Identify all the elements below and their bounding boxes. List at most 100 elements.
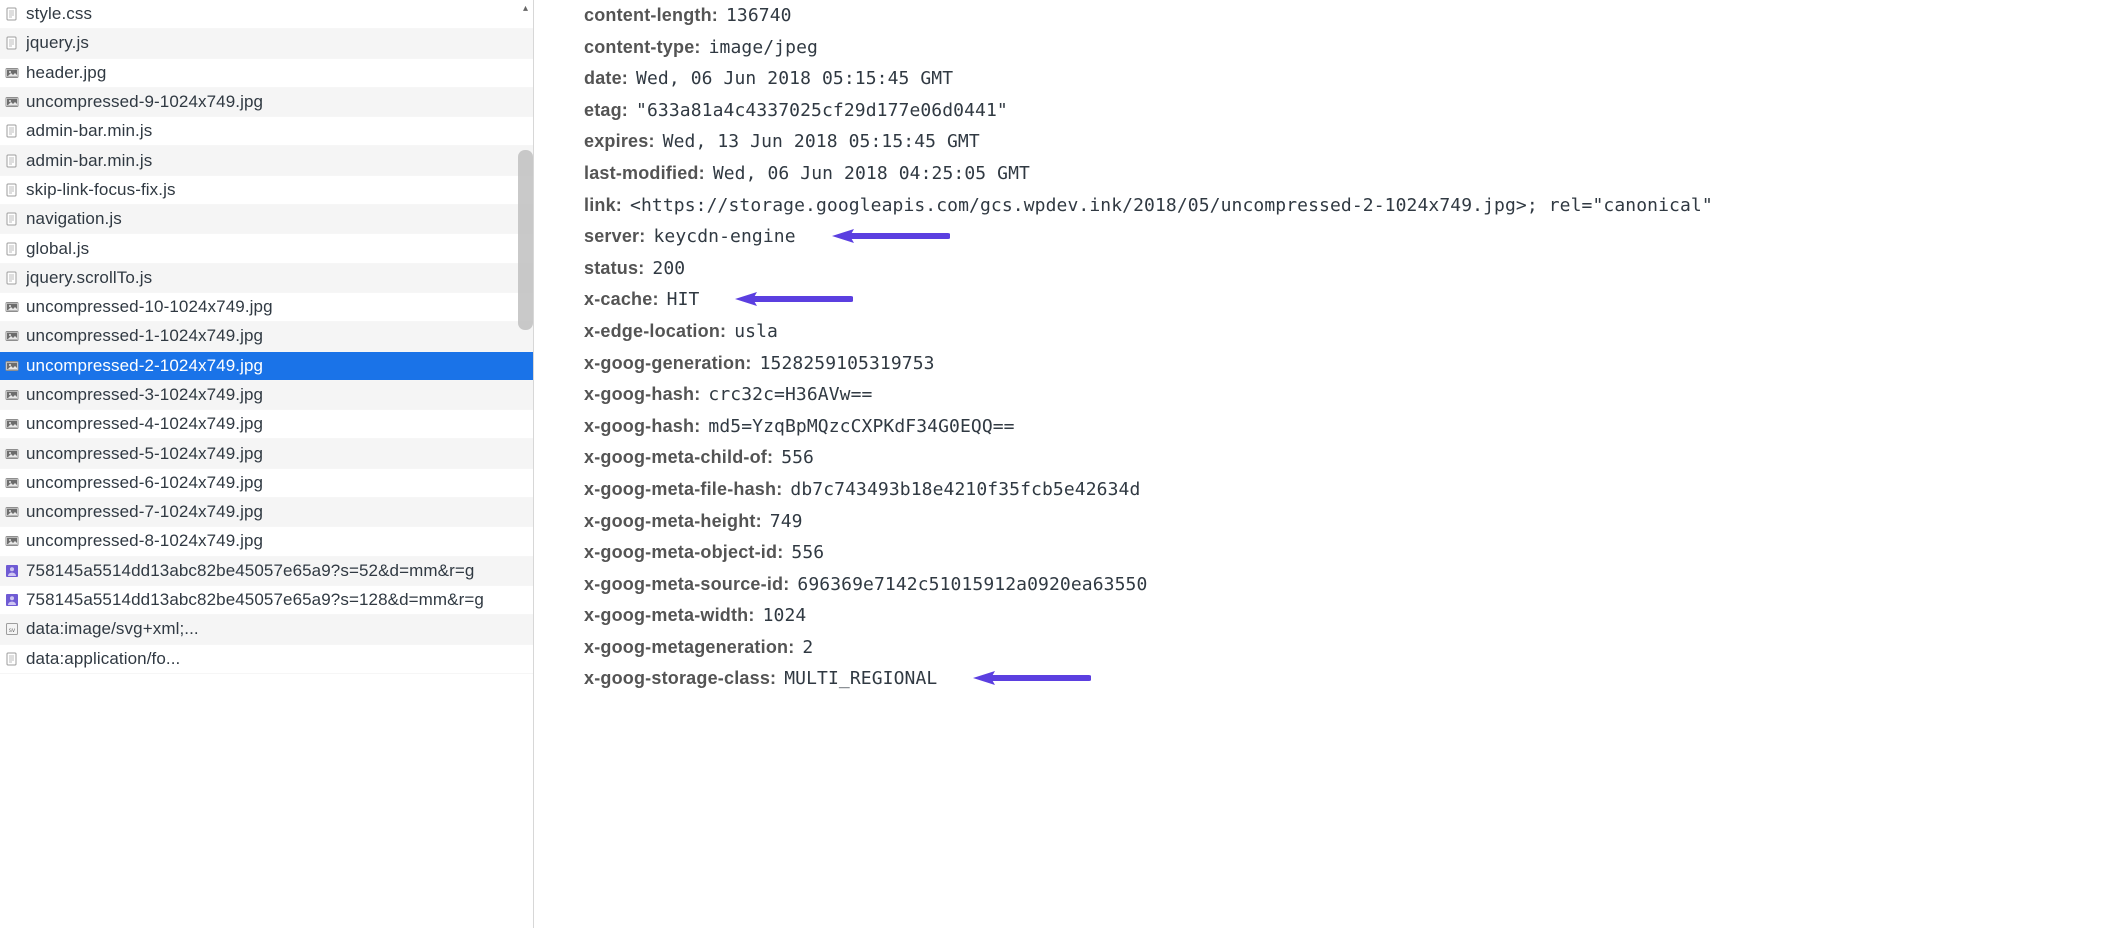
request-row[interactable]: uncompressed-2-1024x749.jpg [0, 352, 533, 381]
header-row: x-goog-meta-width:1024 [584, 600, 2128, 632]
avatar-icon [5, 593, 19, 607]
request-name: uncompressed-1-1024x749.jpg [26, 326, 263, 346]
request-row[interactable]: skip-link-focus-fix.js [0, 176, 533, 205]
request-row[interactable]: uncompressed-4-1024x749.jpg [0, 410, 533, 439]
request-name: navigation.js [26, 209, 122, 229]
request-name: admin-bar.min.js [26, 151, 152, 171]
file-icon [5, 271, 19, 285]
request-row[interactable]: data:application/fo... [0, 645, 533, 674]
request-list[interactable]: style.css jquery.js header.jpg uncompressed… [0, 0, 533, 928]
header-key: x-goog-meta-height: [584, 506, 762, 537]
header-key: x-goog-metageneration: [584, 632, 794, 663]
request-row[interactable]: uncompressed-5-1024x749.jpg [0, 439, 533, 468]
file-icon [5, 36, 19, 50]
file-icon [5, 183, 19, 197]
header-value: image/jpeg [709, 33, 818, 64]
header-value: keycdn-engine [653, 222, 795, 253]
request-row[interactable]: 758145a5514dd13abc82be45057e65a9?s=128&d… [0, 586, 533, 615]
request-name: uncompressed-6-1024x749.jpg [26, 473, 263, 493]
file-icon [5, 7, 19, 21]
annotation-arrow-icon [830, 228, 950, 244]
scrollbar-thumb[interactable] [518, 150, 533, 330]
image-icon [5, 447, 19, 461]
header-row: x-goog-meta-source-id:696369e7142c510159… [584, 569, 2128, 601]
avatar-icon [5, 564, 19, 578]
request-row[interactable]: uncompressed-6-1024x749.jpg [0, 469, 533, 498]
file-icon [5, 124, 19, 138]
request-row[interactable]: jquery.js [0, 29, 533, 58]
request-row[interactable]: admin-bar.min.js [0, 146, 533, 175]
headers-panel: content-length:136740content-type:image/… [534, 0, 2128, 928]
request-name: style.css [26, 4, 92, 24]
request-name: uncompressed-8-1024x749.jpg [26, 531, 263, 551]
request-name: 758145a5514dd13abc82be45057e65a9?s=128&d… [26, 590, 484, 610]
devtools-network-panel: ▴ style.css jquery.js header.jpg uncompress… [0, 0, 2128, 928]
header-value: 749 [770, 507, 803, 538]
image-icon [5, 534, 19, 548]
image-icon [5, 417, 19, 431]
image-icon [5, 329, 19, 343]
header-value: 1528259105319753 [760, 349, 935, 380]
header-key: server: [584, 221, 645, 252]
request-row[interactable]: admin-bar.min.js [0, 117, 533, 146]
header-value: 2 [802, 633, 813, 664]
request-name: header.jpg [26, 63, 106, 83]
header-value: 136740 [726, 1, 792, 32]
header-row: x-goog-meta-child-of:556 [584, 442, 2128, 474]
request-row[interactable]: header.jpg [0, 59, 533, 88]
request-name: uncompressed-10-1024x749.jpg [26, 297, 273, 317]
annotation-arrow-icon [971, 670, 1091, 686]
request-row[interactable]: global.js [0, 234, 533, 263]
request-name: admin-bar.min.js [26, 121, 152, 141]
header-row: status:200 [584, 253, 2128, 285]
request-name: uncompressed-4-1024x749.jpg [26, 414, 263, 434]
header-key: x-goog-storage-class: [584, 663, 776, 694]
header-row: server: keycdn-engine [584, 221, 2128, 253]
header-key: x-goog-generation: [584, 348, 752, 379]
request-row[interactable]: uncompressed-10-1024x749.jpg [0, 293, 533, 322]
header-value: 556 [791, 538, 824, 569]
header-row: x-goog-storage-class: MULTI_REGIONAL [584, 663, 2128, 695]
image-icon [5, 476, 19, 490]
image-icon [5, 388, 19, 402]
request-row[interactable]: uncompressed-3-1024x749.jpg [0, 381, 533, 410]
svg-icon [5, 622, 19, 636]
request-row[interactable]: jquery.scrollTo.js [0, 264, 533, 293]
request-row[interactable]: uncompressed-1-1024x749.jpg [0, 322, 533, 351]
header-key: last-modified: [584, 158, 705, 189]
header-row: x-edge-location:usla [584, 316, 2128, 348]
header-row: x-goog-meta-height: 749 [584, 506, 2128, 538]
header-value: MULTI_REGIONAL [784, 664, 937, 695]
header-value: 556 [781, 443, 814, 474]
header-key: x-goog-hash: [584, 379, 700, 410]
header-row: link:<https://storage.googleapis.com/gcs… [584, 190, 2128, 222]
request-name: jquery.js [26, 33, 89, 53]
header-key: x-goog-hash: [584, 411, 700, 442]
header-key: x-edge-location: [584, 316, 726, 347]
request-row[interactable]: uncompressed-9-1024x749.jpg [0, 88, 533, 117]
request-name: 758145a5514dd13abc82be45057e65a9?s=52&d=… [26, 561, 474, 581]
request-row[interactable]: uncompressed-7-1024x749.jpg [0, 498, 533, 527]
header-row: expires:Wed, 13 Jun 2018 05:15:45 GMT [584, 126, 2128, 158]
header-value: 696369e7142c51015912a0920ea63550 [797, 570, 1147, 601]
request-row[interactable]: data:image/svg+xml;... [0, 615, 533, 644]
request-row[interactable]: 758145a5514dd13abc82be45057e65a9?s=52&d=… [0, 557, 533, 586]
scroll-up-icon[interactable]: ▴ [520, 3, 531, 14]
header-row: x-cache:HIT [584, 284, 2128, 316]
file-icon [5, 154, 19, 168]
request-row[interactable]: navigation.js [0, 205, 533, 234]
request-name: uncompressed-9-1024x749.jpg [26, 92, 263, 112]
header-value: 1024 [763, 601, 807, 632]
header-value: Wed, 06 Jun 2018 04:25:05 GMT [713, 159, 1030, 190]
request-row[interactable]: uncompressed-8-1024x749.jpg [0, 527, 533, 556]
header-row: x-goog-generation: 1528259105319753 [584, 348, 2128, 380]
request-name: uncompressed-3-1024x749.jpg [26, 385, 263, 405]
request-name: data:image/svg+xml;... [26, 619, 199, 639]
header-key: link: [584, 190, 622, 221]
header-row: content-type:image/jpeg [584, 32, 2128, 64]
header-row: x-goog-meta-object-id:556 [584, 537, 2128, 569]
image-icon [5, 300, 19, 314]
request-row[interactable]: style.css [0, 0, 533, 29]
request-name: skip-link-focus-fix.js [26, 180, 176, 200]
header-key: x-cache: [584, 284, 659, 315]
